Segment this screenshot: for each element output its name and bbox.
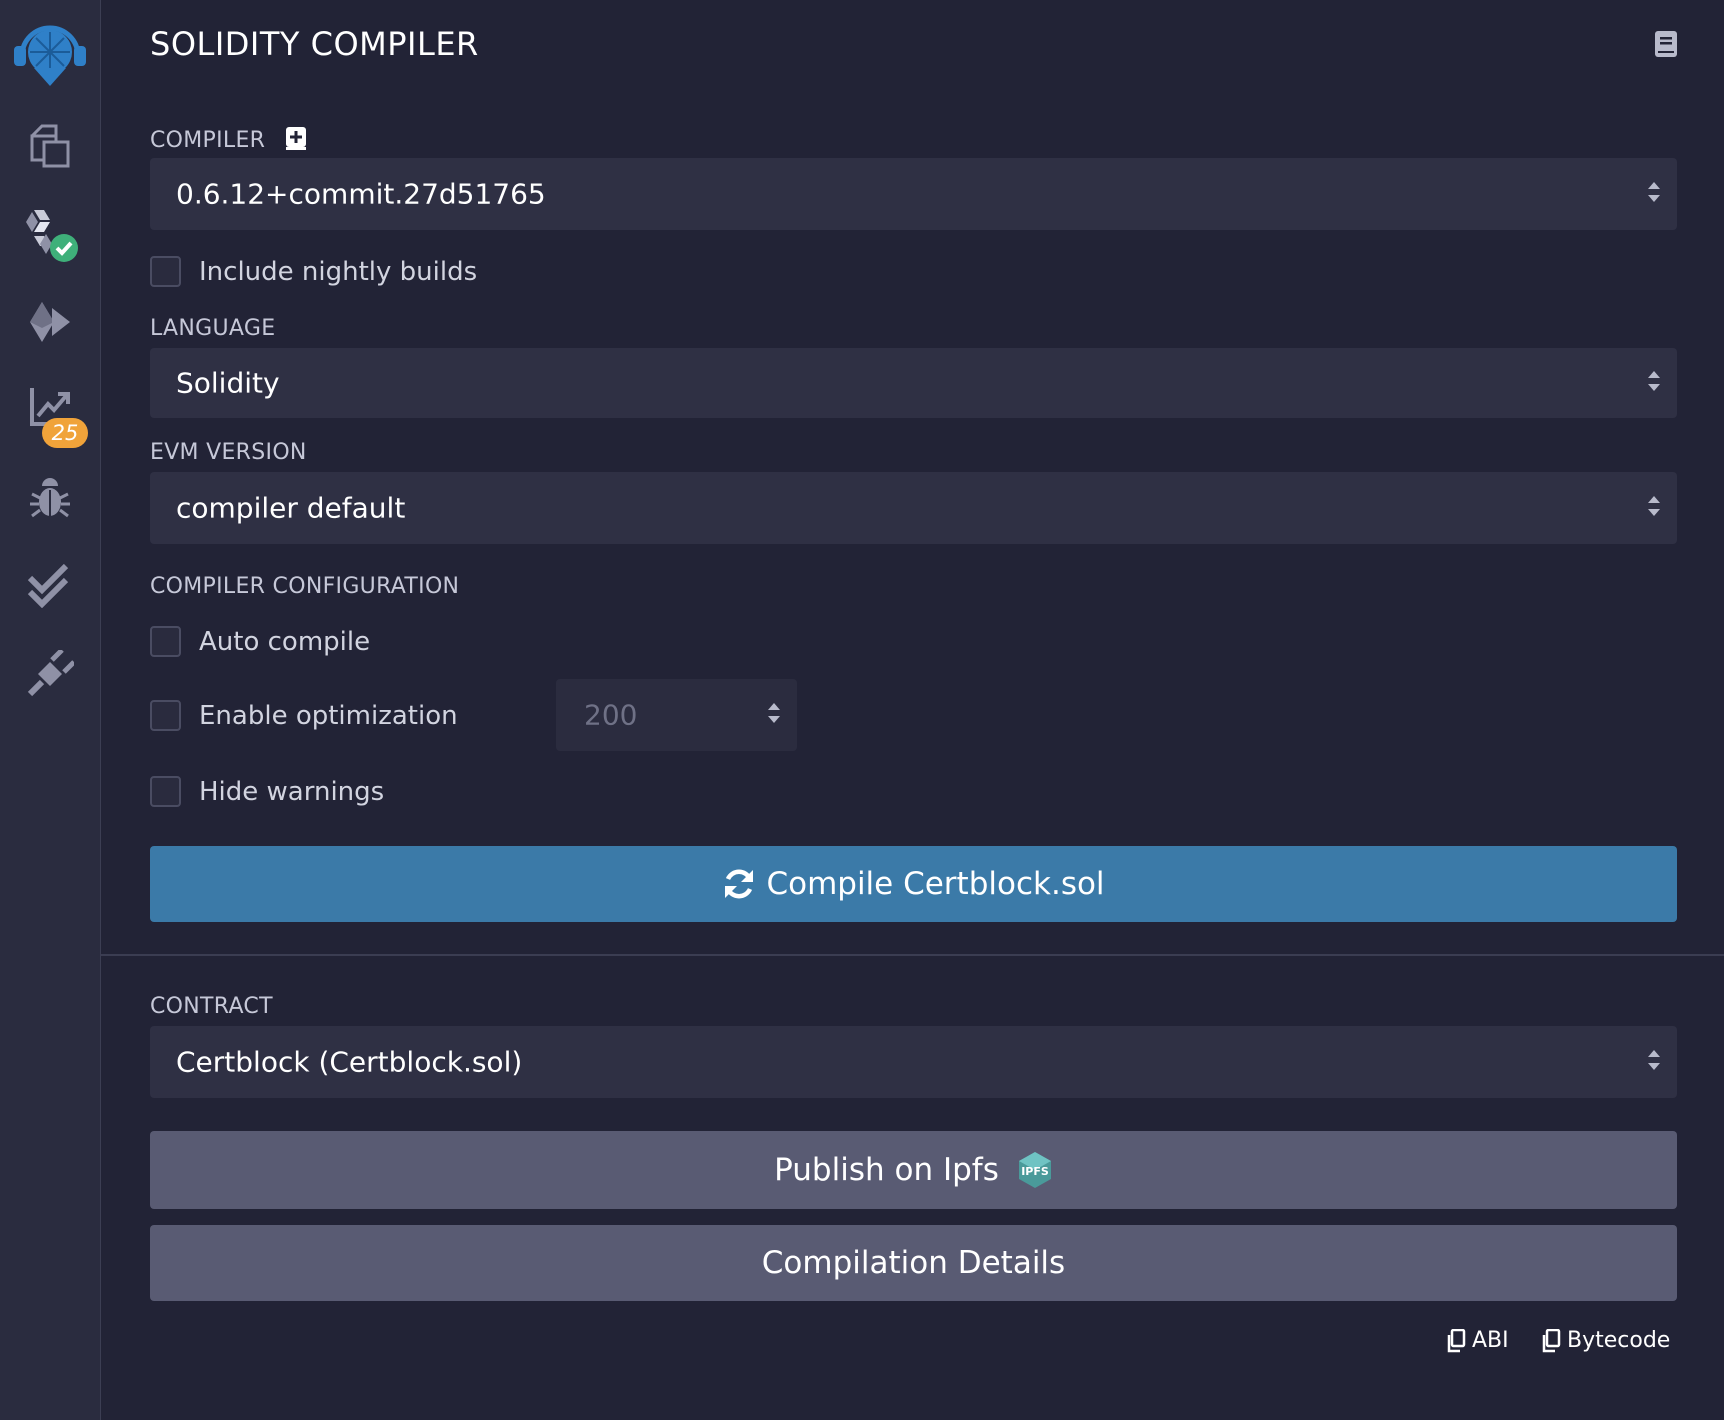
nightly-builds-label: Include nightly builds — [199, 256, 478, 287]
nightly-builds-checkbox[interactable] — [150, 256, 181, 287]
refresh-icon — [725, 869, 754, 899]
copy-abi-button[interactable]: ABI — [1446, 1328, 1509, 1353]
icon-sidebar: 25 — [0, 0, 101, 1420]
language-select[interactable]: Solidity — [150, 348, 1677, 418]
contract-label: CONTRACT — [150, 994, 273, 1019]
select-arrows-icon — [1647, 1047, 1661, 1077]
remix-logo-icon[interactable] — [0, 8, 100, 92]
select-arrows-icon — [1647, 368, 1661, 398]
copy-bytecode-label: Bytecode — [1567, 1328, 1671, 1353]
auto-compile-option[interactable]: Auto compile — [150, 626, 370, 657]
optimization-option[interactable]: Enable optimization — [150, 700, 458, 731]
hide-warnings-checkbox[interactable] — [150, 776, 181, 807]
publish-ipfs-button[interactable]: Publish on Ipfs IPFS — [150, 1131, 1677, 1209]
plus-square-icon[interactable] — [285, 126, 307, 156]
analysis-icon[interactable]: 25 — [0, 366, 100, 448]
evm-version-value: compiler default — [176, 491, 406, 525]
compilation-details-button[interactable]: Compilation Details — [150, 1225, 1677, 1301]
optimization-checkbox[interactable] — [150, 700, 181, 731]
auto-compile-label: Auto compile — [199, 626, 371, 657]
analysis-count-badge: 25 — [42, 418, 88, 448]
copy-abi-label: ABI — [1472, 1328, 1509, 1353]
language-label: LANGUAGE — [150, 316, 276, 341]
compiler-label: COMPILER — [150, 126, 307, 156]
compilation-details-label: Compilation Details — [761, 1245, 1066, 1281]
compiler-version-select[interactable]: 0.6.12+commit.27d51765 — [150, 158, 1677, 230]
optimization-label: Enable optimization — [199, 700, 458, 731]
stepper-arrows-icon[interactable] — [767, 700, 781, 730]
publish-ipfs-label: Publish on Ipfs — [774, 1152, 999, 1188]
select-arrows-icon — [1647, 493, 1661, 523]
copy-icon — [1447, 1328, 1466, 1352]
hide-warnings-label: Hide warnings — [199, 776, 385, 807]
compile-button[interactable]: Compile Certblock.sol — [150, 846, 1677, 922]
compile-button-label: Compile Certblock.sol — [766, 866, 1105, 902]
debugger-icon[interactable] — [0, 458, 100, 538]
file-explorer-icon[interactable] — [0, 106, 100, 186]
panel-title: SOLIDITY COMPILER — [150, 25, 479, 63]
optimization-runs-value: 200 — [584, 698, 638, 732]
evm-version-label: EVM VERSION — [150, 440, 307, 465]
copy-bytecode-button[interactable]: Bytecode — [1541, 1328, 1670, 1353]
compiler-label-text: COMPILER — [150, 128, 266, 153]
compiler-panel: SOLIDITY COMPILER COMPILER 0.6.12+commit… — [101, 0, 1724, 1420]
section-divider — [101, 954, 1724, 956]
hide-warnings-option[interactable]: Hide warnings — [150, 776, 384, 807]
contract-select[interactable]: Certblock (Certblock.sol) — [150, 1026, 1677, 1098]
unit-testing-icon[interactable] — [0, 546, 100, 626]
svg-text:IPFS: IPFS — [1021, 1165, 1049, 1178]
nightly-builds-option[interactable]: Include nightly builds — [150, 256, 477, 287]
optimization-runs-input[interactable]: 200 — [556, 679, 797, 751]
evm-version-select[interactable]: compiler default — [150, 472, 1677, 544]
solidity-compiler-icon[interactable] — [0, 196, 100, 276]
auto-compile-checkbox[interactable] — [150, 626, 181, 657]
compiler-version-value: 0.6.12+commit.27d51765 — [176, 177, 546, 211]
plugin-manager-icon[interactable] — [0, 634, 100, 714]
book-icon[interactable] — [1654, 30, 1678, 62]
compiler-config-label: COMPILER CONFIGURATION — [150, 574, 460, 599]
select-arrows-icon — [1647, 179, 1661, 209]
copy-icon — [1542, 1328, 1561, 1352]
ipfs-icon: IPFS — [1018, 1152, 1051, 1188]
contract-value: Certblock (Certblock.sol) — [176, 1045, 523, 1079]
deploy-run-icon[interactable] — [0, 282, 100, 362]
language-value: Solidity — [176, 366, 280, 400]
